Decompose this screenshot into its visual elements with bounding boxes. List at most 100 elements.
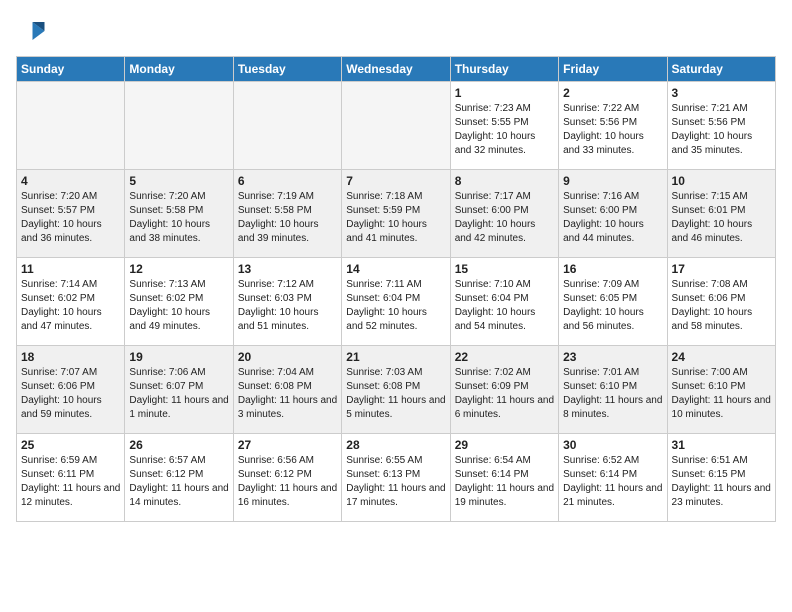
day-number: 24 bbox=[672, 350, 771, 364]
calendar-cell: 24 Sunrise: 7:00 AMSunset: 6:10 PMDayligh… bbox=[667, 346, 775, 434]
day-number: 9 bbox=[563, 174, 662, 188]
calendar-cell: 8 Sunrise: 7:17 AMSunset: 6:00 PMDaylight… bbox=[450, 170, 558, 258]
day-number: 31 bbox=[672, 438, 771, 452]
day-number: 2 bbox=[563, 86, 662, 100]
day-header-friday: Friday bbox=[559, 57, 667, 82]
day-header-sunday: Sunday bbox=[17, 57, 125, 82]
day-info: Sunrise: 7:13 AMSunset: 6:02 PMDaylight:… bbox=[129, 278, 228, 334]
calendar-cell: 29 Sunrise: 6:54 AMSunset: 6:14 PMDayligh… bbox=[450, 434, 558, 522]
page-header bbox=[16, 16, 776, 46]
calendar-cell: 25 Sunrise: 6:59 AMSunset: 6:11 PMDayligh… bbox=[17, 434, 125, 522]
day-header-monday: Monday bbox=[125, 57, 233, 82]
calendar-cell: 11 Sunrise: 7:14 AMSunset: 6:02 PMDayligh… bbox=[17, 258, 125, 346]
day-header-tuesday: Tuesday bbox=[233, 57, 341, 82]
calendar-table: SundayMondayTuesdayWednesdayThursdayFrid… bbox=[16, 56, 776, 522]
calendar-cell: 5 Sunrise: 7:20 AMSunset: 5:58 PMDaylight… bbox=[125, 170, 233, 258]
day-info: Sunrise: 7:09 AMSunset: 6:05 PMDaylight:… bbox=[563, 278, 662, 334]
day-number: 6 bbox=[238, 174, 337, 188]
calendar-cell: 18Sunrise: 7:07 AMSunset: 6:06 PMDayligh… bbox=[17, 346, 125, 434]
day-info: Sunrise: 7:20 AMSunset: 5:58 PMDaylight:… bbox=[129, 190, 228, 246]
day-number: 13 bbox=[238, 262, 337, 276]
calendar-cell: 2 Sunrise: 7:22 AMSunset: 5:56 PMDaylight… bbox=[559, 82, 667, 170]
day-info: Sunrise: 7:10 AMSunset: 6:04 PMDaylight:… bbox=[455, 278, 554, 334]
calendar-cell: 10Sunrise: 7:15 AMSunset: 6:01 PMDayligh… bbox=[667, 170, 775, 258]
day-number: 29 bbox=[455, 438, 554, 452]
day-info: Sunrise: 7:22 AMSunset: 5:56 PMDaylight:… bbox=[563, 102, 662, 158]
day-number: 27 bbox=[238, 438, 337, 452]
week-row-3: 11 Sunrise: 7:14 AMSunset: 6:02 PMDayligh… bbox=[17, 258, 776, 346]
day-number: 11 bbox=[21, 262, 120, 276]
calendar-cell bbox=[233, 82, 341, 170]
day-info: Sunrise: 6:59 AMSunset: 6:11 PMDaylight:… bbox=[21, 454, 120, 510]
week-row-5: 25 Sunrise: 6:59 AMSunset: 6:11 PMDayligh… bbox=[17, 434, 776, 522]
calendar-cell bbox=[125, 82, 233, 170]
day-number: 5 bbox=[129, 174, 228, 188]
day-number: 23 bbox=[563, 350, 662, 364]
day-info: Sunrise: 7:03 AMSunset: 6:08 PMDaylight:… bbox=[346, 366, 445, 422]
calendar-cell: 14 Sunrise: 7:11 AMSunset: 6:04 PMDayligh… bbox=[342, 258, 450, 346]
calendar-cell: 4 Sunrise: 7:20 AMSunset: 5:57 PMDaylight… bbox=[17, 170, 125, 258]
day-info: Sunrise: 7:02 AMSunset: 6:09 PMDaylight:… bbox=[455, 366, 554, 422]
calendar-cell: 22Sunrise: 7:02 AMSunset: 6:09 PMDayligh… bbox=[450, 346, 558, 434]
day-info: Sunrise: 6:54 AMSunset: 6:14 PMDaylight:… bbox=[455, 454, 554, 510]
day-info: Sunrise: 7:21 AMSunset: 5:56 PMDaylight:… bbox=[672, 102, 771, 158]
day-number: 28 bbox=[346, 438, 445, 452]
day-info: Sunrise: 6:55 AMSunset: 6:13 PMDaylight:… bbox=[346, 454, 445, 510]
day-info: Sunrise: 6:52 AMSunset: 6:14 PMDaylight:… bbox=[563, 454, 662, 510]
day-info: Sunrise: 7:11 AMSunset: 6:04 PMDaylight:… bbox=[346, 278, 445, 334]
calendar-cell: 15 Sunrise: 7:10 AMSunset: 6:04 PMDayligh… bbox=[450, 258, 558, 346]
day-number: 12 bbox=[129, 262, 228, 276]
day-number: 15 bbox=[455, 262, 554, 276]
calendar-cell: 6 Sunrise: 7:19 AMSunset: 5:58 PMDaylight… bbox=[233, 170, 341, 258]
day-info: Sunrise: 7:19 AMSunset: 5:58 PMDaylight:… bbox=[238, 190, 337, 246]
week-row-4: 18Sunrise: 7:07 AMSunset: 6:06 PMDayligh… bbox=[17, 346, 776, 434]
calendar-cell: 12 Sunrise: 7:13 AMSunset: 6:02 PMDayligh… bbox=[125, 258, 233, 346]
calendar-cell: 31 Sunrise: 6:51 AMSunset: 6:15 PMDayligh… bbox=[667, 434, 775, 522]
day-info: Sunrise: 7:06 AMSunset: 6:07 PMDaylight:… bbox=[129, 366, 228, 422]
day-number: 10 bbox=[672, 174, 771, 188]
day-header-wednesday: Wednesday bbox=[342, 57, 450, 82]
day-info: Sunrise: 7:16 AMSunset: 6:00 PMDaylight:… bbox=[563, 190, 662, 246]
day-number: 26 bbox=[129, 438, 228, 452]
day-number: 20 bbox=[238, 350, 337, 364]
calendar-cell: 28 Sunrise: 6:55 AMSunset: 6:13 PMDayligh… bbox=[342, 434, 450, 522]
day-info: Sunrise: 7:17 AMSunset: 6:00 PMDaylight:… bbox=[455, 190, 554, 246]
day-number: 8 bbox=[455, 174, 554, 188]
week-row-1: 1Sunrise: 7:23 AMSunset: 5:55 PMDaylight… bbox=[17, 82, 776, 170]
calendar-cell: 3Sunrise: 7:21 AMSunset: 5:56 PMDaylight… bbox=[667, 82, 775, 170]
calendar-cell: 30 Sunrise: 6:52 AMSunset: 6:14 PMDayligh… bbox=[559, 434, 667, 522]
logo-icon bbox=[16, 16, 46, 46]
day-number: 17 bbox=[672, 262, 771, 276]
day-info: Sunrise: 6:51 AMSunset: 6:15 PMDaylight:… bbox=[672, 454, 771, 510]
day-number: 16 bbox=[563, 262, 662, 276]
calendar-cell bbox=[342, 82, 450, 170]
day-info: Sunrise: 6:57 AMSunset: 6:12 PMDaylight:… bbox=[129, 454, 228, 510]
week-row-2: 4 Sunrise: 7:20 AMSunset: 5:57 PMDaylight… bbox=[17, 170, 776, 258]
calendar-cell: 19Sunrise: 7:06 AMSunset: 6:07 PMDayligh… bbox=[125, 346, 233, 434]
day-number: 7 bbox=[346, 174, 445, 188]
day-info: Sunrise: 7:18 AMSunset: 5:59 PMDaylight:… bbox=[346, 190, 445, 246]
calendar-cell: 21 Sunrise: 7:03 AMSunset: 6:08 PMDayligh… bbox=[342, 346, 450, 434]
day-info: Sunrise: 7:00 AMSunset: 6:10 PMDaylight:… bbox=[672, 366, 771, 422]
day-header-thursday: Thursday bbox=[450, 57, 558, 82]
day-info: Sunrise: 6:56 AMSunset: 6:12 PMDaylight:… bbox=[238, 454, 337, 510]
day-info: Sunrise: 7:20 AMSunset: 5:57 PMDaylight:… bbox=[21, 190, 120, 246]
day-number: 25 bbox=[21, 438, 120, 452]
day-info: Sunrise: 7:01 AMSunset: 6:10 PMDaylight:… bbox=[563, 366, 662, 422]
calendar-cell: 1Sunrise: 7:23 AMSunset: 5:55 PMDaylight… bbox=[450, 82, 558, 170]
day-number: 21 bbox=[346, 350, 445, 364]
calendar-cell: 23 Sunrise: 7:01 AMSunset: 6:10 PMDayligh… bbox=[559, 346, 667, 434]
calendar-cell: 20Sunrise: 7:04 AMSunset: 6:08 PMDayligh… bbox=[233, 346, 341, 434]
calendar-cell: 16 Sunrise: 7:09 AMSunset: 6:05 PMDayligh… bbox=[559, 258, 667, 346]
calendar-cell: 7 Sunrise: 7:18 AMSunset: 5:59 PMDaylight… bbox=[342, 170, 450, 258]
calendar-cell: 17Sunrise: 7:08 AMSunset: 6:06 PMDayligh… bbox=[667, 258, 775, 346]
day-number: 4 bbox=[21, 174, 120, 188]
day-info: Sunrise: 7:12 AMSunset: 6:03 PMDaylight:… bbox=[238, 278, 337, 334]
day-info: Sunrise: 7:14 AMSunset: 6:02 PMDaylight:… bbox=[21, 278, 120, 334]
day-info: Sunrise: 7:23 AMSunset: 5:55 PMDaylight:… bbox=[455, 102, 554, 158]
calendar-cell: 9 Sunrise: 7:16 AMSunset: 6:00 PMDaylight… bbox=[559, 170, 667, 258]
calendar-cell: 27 Sunrise: 6:56 AMSunset: 6:12 PMDayligh… bbox=[233, 434, 341, 522]
day-number: 30 bbox=[563, 438, 662, 452]
calendar-cell bbox=[17, 82, 125, 170]
day-number: 14 bbox=[346, 262, 445, 276]
